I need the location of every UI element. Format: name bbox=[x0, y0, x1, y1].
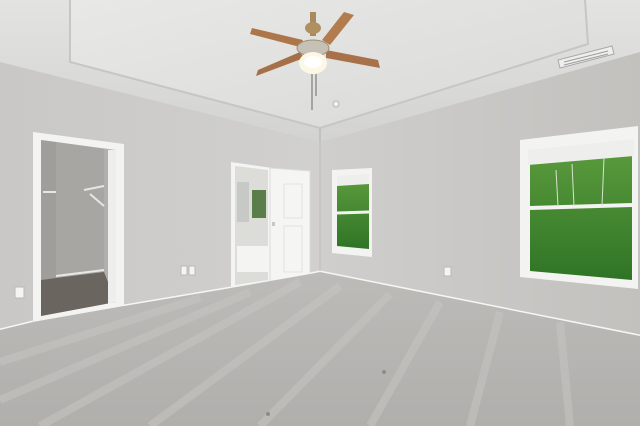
smoke-detector bbox=[332, 100, 340, 108]
bathtub bbox=[237, 246, 268, 272]
wall-outlet bbox=[188, 265, 196, 276]
closet-door-edge bbox=[108, 150, 116, 304]
window-right bbox=[520, 126, 638, 289]
wall-outlet bbox=[180, 265, 188, 276]
bathroom-door bbox=[269, 167, 311, 283]
bathroom-doorway[interactable] bbox=[231, 162, 311, 288]
room-illustration bbox=[0, 0, 640, 426]
closet-doorway[interactable] bbox=[33, 132, 124, 322]
bathroom-mirror bbox=[237, 182, 249, 222]
wall-outlet bbox=[14, 286, 25, 299]
bathroom-window bbox=[252, 190, 266, 218]
window-foliage bbox=[530, 152, 632, 280]
window-left bbox=[332, 168, 372, 257]
door-handle bbox=[272, 222, 275, 226]
window-blind bbox=[337, 174, 369, 186]
room-photo bbox=[0, 0, 640, 426]
window-foliage bbox=[337, 180, 369, 249]
wall-outlet bbox=[443, 266, 452, 277]
